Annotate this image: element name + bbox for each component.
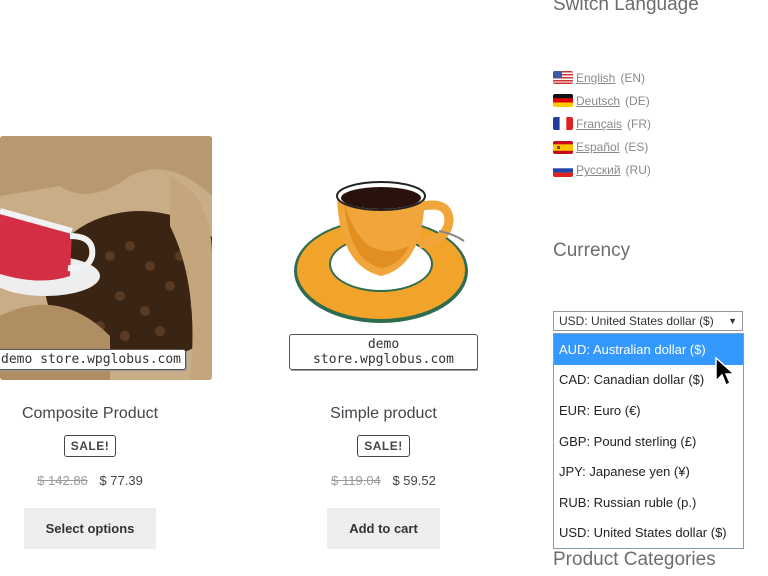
currency-option-usd[interactable]: USD: United States dollar ($) — [554, 518, 743, 549]
add-to-cart-button[interactable]: Add to cart — [327, 508, 440, 549]
ru-flag-icon — [553, 163, 573, 177]
currency-option-jpy[interactable]: JPY: Japanese yen (¥) — [554, 456, 743, 487]
language-name[interactable]: Español — [576, 140, 619, 154]
sidebar: Switch Language English (EN) Deutsch (DE… — [553, 0, 768, 576]
language-code: (RU) — [625, 163, 651, 178]
watermark-text: demo store.wpglobus.com — [289, 334, 478, 370]
currency-option-rub[interactable]: RUB: Russian ruble (p.) — [554, 487, 743, 518]
product-card-composite: demo store.wpglobus.com Composite Produc… — [0, 136, 212, 549]
language-list: English (EN) Deutsch (DE) Français (FR) … — [553, 66, 651, 182]
sale-badge: SALE! — [63, 435, 117, 457]
switch-language-title: Switch Language — [553, 0, 699, 15]
language-name[interactable]: Русский — [576, 163, 621, 177]
language-code: (ES) — [624, 140, 649, 155]
currency-title: Currency — [553, 240, 631, 261]
language-code: (DE) — [625, 93, 650, 108]
mouse-cursor-icon — [715, 357, 736, 387]
select-options-button[interactable]: Select options — [23, 508, 157, 549]
old-price: $ 119.04 — [331, 473, 381, 488]
product-title[interactable]: Simple product — [289, 405, 478, 423]
new-price: $ 59.52 — [392, 473, 436, 488]
fr-flag-icon — [553, 117, 573, 131]
dropdown-arrow-icon: ▼ — [728, 316, 737, 326]
watermark-text: demo store.wpglobus.com — [0, 349, 187, 370]
price-block: $ 119.04 $ 59.52 — [289, 473, 478, 488]
new-price: $ 77.39 — [99, 473, 143, 488]
product-image[interactable]: demo store.wpglobus.com — [0, 136, 212, 380]
language-item-es[interactable]: Español (ES) — [553, 136, 651, 159]
currency-selected-value: USD: United States dollar ($) — [559, 314, 714, 328]
language-code: (FR) — [627, 116, 652, 131]
currency-select[interactable]: USD: United States dollar ($) ▼ — [553, 311, 743, 331]
language-name[interactable]: Français — [576, 117, 622, 131]
language-code: (EN) — [620, 70, 646, 85]
product-image[interactable]: demo store.wpglobus.com — [289, 136, 478, 380]
currency-option-eur[interactable]: EUR: Euro (€) — [554, 395, 743, 426]
product-categories-title: Product Categories — [553, 549, 716, 570]
currency-option-gbp[interactable]: GBP: Pound sterling (£) — [554, 426, 743, 457]
es-flag-icon — [553, 140, 573, 154]
language-item-ru[interactable]: Русский (RU) — [553, 159, 651, 182]
de-flag-icon — [553, 94, 573, 108]
language-item-fr[interactable]: Français (FR) — [553, 112, 651, 135]
us-flag-icon — [553, 71, 573, 85]
language-item-de[interactable]: Deutsch (DE) — [553, 89, 651, 112]
product-card-simple: demo store.wpglobus.com Simple product S… — [289, 136, 478, 549]
coffee-sack-image — [0, 136, 212, 380]
language-item-en[interactable]: English (EN) — [553, 66, 651, 89]
sale-badge: SALE! — [357, 435, 410, 457]
language-name[interactable]: English — [576, 71, 615, 85]
language-name[interactable]: Deutsch — [576, 94, 620, 108]
price-block: $ 142.86 $ 77.39 — [0, 473, 180, 488]
product-title[interactable]: Composite Product — [0, 405, 180, 423]
old-price: $ 142.86 — [37, 473, 88, 488]
